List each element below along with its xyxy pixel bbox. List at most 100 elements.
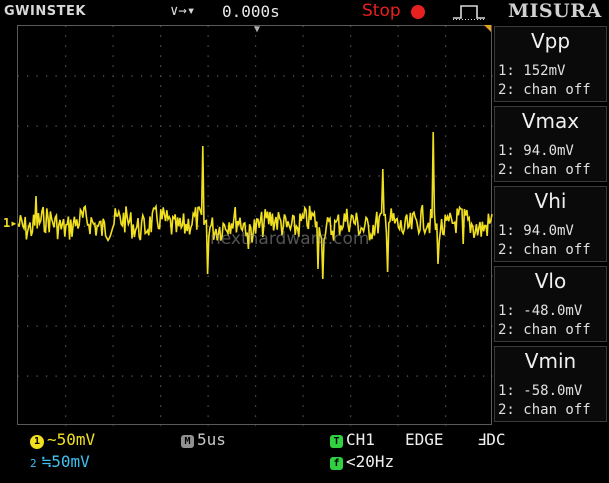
grid-dot — [207, 135, 209, 137]
ch1-scale-readout[interactable]: 1 ∼50mV — [30, 430, 95, 449]
grid-dot — [397, 185, 399, 187]
grid-dot — [264, 175, 266, 177]
grid-dot — [302, 205, 304, 207]
grid-dot — [350, 35, 352, 37]
trigger-coupling[interactable]: ℲDC — [477, 430, 505, 449]
grid-dot — [188, 175, 190, 177]
grid-dot — [160, 205, 162, 207]
measure-box-vpp[interactable]: Vpp 1: 152mV 2: chan off — [494, 26, 607, 102]
grid-dot — [369, 375, 371, 377]
grid-dot — [112, 285, 114, 287]
grid-dot — [207, 85, 209, 87]
grid-dot — [388, 175, 390, 177]
grid-dot — [331, 125, 333, 127]
grid-dot — [445, 85, 447, 87]
grid-dot — [27, 125, 29, 127]
grid-dot — [65, 385, 67, 387]
grid-dot — [397, 155, 399, 157]
grid-dot — [160, 245, 162, 247]
grid-dot — [426, 275, 428, 277]
grid-dot — [302, 105, 304, 107]
grid-dot — [65, 285, 67, 287]
grid-dot — [65, 26, 67, 27]
measure-box-vlo[interactable]: Vlo 1: -48.0mV 2: chan off — [494, 266, 607, 342]
frequency-badge: f — [330, 457, 343, 470]
grid-dot — [445, 255, 447, 257]
grid-dot — [350, 405, 352, 407]
grid-dot — [426, 75, 428, 77]
measure-box-vmax[interactable]: Vmax 1: 94.0mV 2: chan off — [494, 106, 607, 182]
grid-dot — [160, 135, 162, 137]
grid-dot — [302, 85, 304, 87]
grid-dot — [302, 135, 304, 137]
grid-dot — [388, 375, 390, 377]
grid-dot — [207, 355, 209, 357]
trigger-position-indicator: ∨→▾ — [170, 3, 196, 19]
grid-dot — [397, 35, 399, 37]
grid-dot — [131, 275, 133, 277]
grid-dot — [65, 95, 67, 97]
grid-dot — [302, 75, 304, 77]
grid-dot — [312, 75, 314, 77]
grid-dot — [93, 125, 95, 127]
waveform-display[interactable] — [17, 25, 493, 426]
grid-dot — [255, 75, 257, 77]
grid-dot — [397, 285, 399, 287]
grid-dot — [350, 275, 352, 277]
grid-dot — [350, 155, 352, 157]
grid-dot — [245, 75, 247, 77]
grid-dot — [207, 375, 209, 377]
grid-dot — [388, 325, 390, 327]
grid-dot — [112, 385, 114, 387]
measure-box-vmin[interactable]: Vmin 1: -58.0mV 2: chan off — [494, 346, 607, 422]
trigger-type[interactable]: EDGE — [405, 430, 444, 449]
grid-dot — [312, 325, 314, 327]
grid-dot — [84, 175, 86, 177]
grid-dot — [65, 85, 67, 87]
grid-dot — [407, 325, 409, 327]
grid-dot — [198, 325, 200, 327]
grid-dot — [302, 225, 304, 227]
grid-dot — [397, 275, 399, 277]
grid-dot — [207, 315, 209, 317]
grid-dot — [160, 105, 162, 107]
grid-dot — [65, 265, 67, 267]
grid-dot — [65, 155, 67, 157]
grid-dot — [46, 275, 48, 277]
grid-dot — [84, 275, 86, 277]
grid-dot — [445, 145, 447, 147]
grid-dot — [160, 115, 162, 117]
grid-dot — [350, 365, 352, 367]
ch2-scale-readout[interactable]: 2 ≒50mV — [30, 452, 90, 471]
grid-dot — [103, 175, 105, 177]
grid-dot — [397, 395, 399, 397]
grid-dot — [445, 195, 447, 197]
grid-dot — [274, 275, 276, 277]
top-status-bar: GWINSTEK ∨→▾ 0.000s Stop MISURA — [0, 0, 609, 24]
grid-dot — [350, 265, 352, 267]
brand-logo: GWINSTEK — [4, 4, 86, 19]
grid-dot — [112, 45, 114, 47]
trigger-source-readout[interactable]: T CH1 — [330, 430, 375, 449]
grid-dot — [160, 255, 162, 257]
grid-dot — [359, 125, 361, 127]
grid-dot — [65, 345, 67, 347]
grid-dot — [350, 395, 352, 397]
grid-dot — [74, 325, 76, 327]
grid-dot — [160, 175, 162, 177]
grid-dot — [65, 245, 67, 247]
grid-dot — [283, 275, 285, 277]
grid-dot — [302, 175, 304, 177]
grid-dot — [112, 245, 114, 247]
timebase-readout[interactable]: M 5us — [181, 430, 226, 449]
grid-dot — [397, 195, 399, 197]
grid-dot — [36, 325, 38, 327]
grid-dot — [207, 365, 209, 367]
grid-dot — [483, 325, 485, 327]
grid-dot — [378, 125, 380, 127]
grid-dot — [350, 285, 352, 287]
measure-box-vhi[interactable]: Vhi 1: 94.0mV 2: chan off — [494, 186, 607, 262]
grid-dot — [312, 225, 314, 227]
grid-dot — [302, 335, 304, 337]
grid-dot — [483, 275, 485, 277]
